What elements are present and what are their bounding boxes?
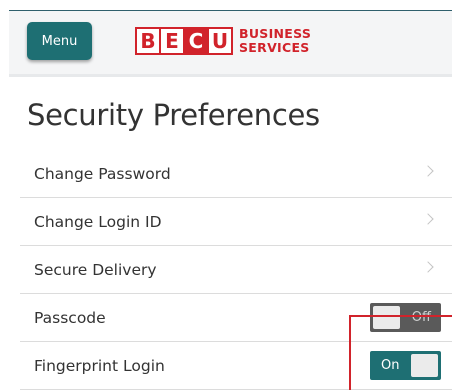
logo-text-line1: BUSINESS [239,26,312,41]
chevron-right-icon [422,165,434,177]
list-item-passcode: Passcode Off [20,294,452,342]
toggle-knob [373,306,400,329]
logo-letter-b: B [137,29,161,53]
toggle-state-label: Off [411,310,431,325]
page-title: Security Preferences [27,98,320,132]
chevron-right-icon [422,213,434,225]
highlight-annotation-top [349,315,452,317]
logo-text-line2: SERVICES [239,40,310,55]
logo-mark: B E C U [135,27,233,55]
logo-letter-c: C [185,29,209,53]
list-item-fingerprint-login: Fingerprint Login On [20,342,452,390]
toggle-knob [411,354,438,377]
becu-logo: B E C U BUSINESS SERVICES [135,25,311,57]
security-settings-list: Change Password Change Login ID Secure D… [20,150,452,390]
list-item-label: Change Password [34,164,171,183]
logo-wordmark: BUSINESS SERVICES [239,27,311,55]
chevron-right-icon [422,261,434,273]
menu-button[interactable]: Menu [27,22,92,60]
list-item-label: Secure Delivery [34,260,157,279]
highlight-annotation-left [349,315,351,390]
fingerprint-login-toggle[interactable]: On [370,351,441,380]
app-header: Menu B E C U BUSINESS SERVICES [9,11,452,77]
toggle-state-label: On [381,358,400,373]
list-item-change-password[interactable]: Change Password [20,150,452,198]
list-item-label: Passcode [34,308,106,327]
list-item-secure-delivery[interactable]: Secure Delivery [20,246,452,294]
passcode-toggle[interactable]: Off [370,303,441,332]
logo-letter-e: E [161,29,185,53]
list-item-label: Change Login ID [34,212,162,231]
logo-letter-u: U [209,29,231,53]
list-item-label: Fingerprint Login [34,356,165,375]
list-item-change-login-id[interactable]: Change Login ID [20,198,452,246]
